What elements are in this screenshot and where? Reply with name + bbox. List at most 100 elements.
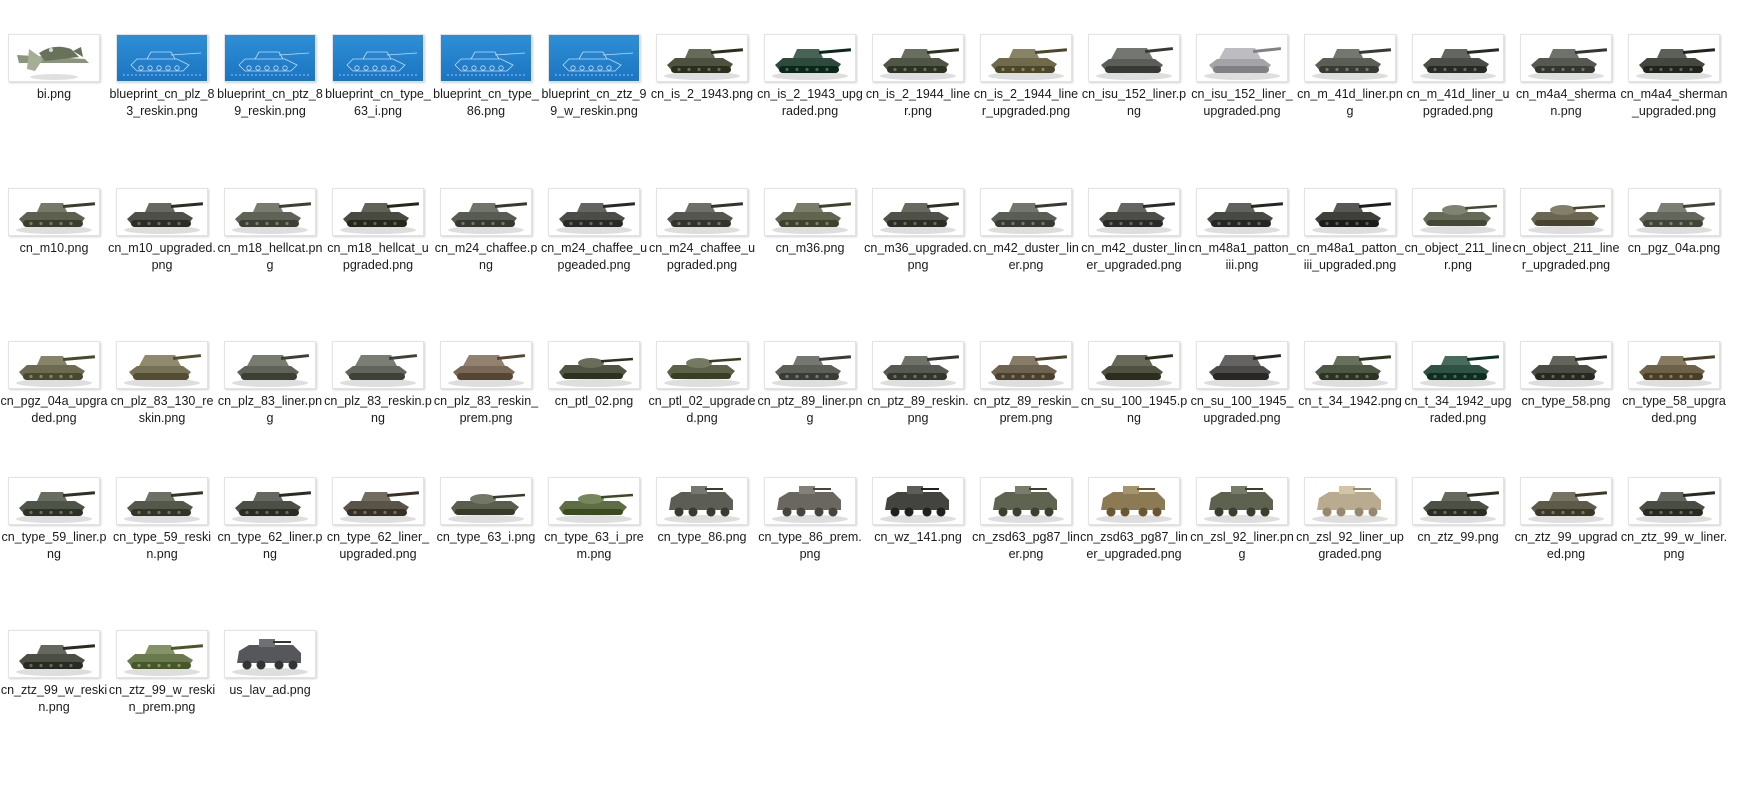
- file-item[interactable]: cn_m18_hellcat.png: [216, 188, 324, 328]
- file-item[interactable]: cn_ztz_99.png: [1404, 477, 1512, 617]
- image-thumbnail[interactable]: [1628, 477, 1720, 525]
- image-thumbnail[interactable]: [1196, 188, 1288, 236]
- file-item[interactable]: cn_m36_upgraded.png: [864, 188, 972, 328]
- file-item[interactable]: cn_m_41d_liner.png: [1296, 34, 1404, 174]
- file-item[interactable]: cn_m48a1_patton_iii.png: [1188, 188, 1296, 328]
- file-item[interactable]: cn_type_86_prem.png: [756, 477, 864, 617]
- file-item[interactable]: cn_ztz_99_w_liner.png: [1620, 477, 1728, 617]
- image-thumbnail[interactable]: [1412, 188, 1504, 236]
- image-thumbnail[interactable]: [116, 477, 208, 525]
- image-thumbnail[interactable]: [1412, 34, 1504, 82]
- file-item[interactable]: cn_type_58_upgraded.png: [1620, 341, 1728, 481]
- file-item[interactable]: cn_zsl_92_liner.png: [1188, 477, 1296, 617]
- file-item[interactable]: cn_m10.png: [0, 188, 108, 328]
- file-item[interactable]: cn_ztz_99_w_reskin_prem.png: [108, 630, 216, 770]
- image-thumbnail[interactable]: [980, 34, 1072, 82]
- file-item[interactable]: bi.png: [0, 34, 108, 174]
- file-item[interactable]: cn_type_86.png: [648, 477, 756, 617]
- file-item[interactable]: blueprint_cn_type_86.png: [432, 34, 540, 174]
- image-thumbnail[interactable]: [872, 341, 964, 389]
- image-thumbnail[interactable]: [1628, 188, 1720, 236]
- file-item[interactable]: cn_su_100_1945_upgraded.png: [1188, 341, 1296, 481]
- image-thumbnail[interactable]: [116, 630, 208, 678]
- blueprint-thumbnail[interactable]: [440, 34, 532, 82]
- file-item[interactable]: us_lav_ad.png: [216, 630, 324, 770]
- file-item[interactable]: cn_plz_83_130_reskin.png: [108, 341, 216, 481]
- image-thumbnail[interactable]: [440, 341, 532, 389]
- image-thumbnail[interactable]: [1628, 341, 1720, 389]
- file-item[interactable]: cn_m4a4_sherman.png: [1512, 34, 1620, 174]
- image-thumbnail[interactable]: [8, 34, 100, 82]
- image-thumbnail[interactable]: [1628, 34, 1720, 82]
- blueprint-thumbnail[interactable]: [224, 34, 316, 82]
- image-thumbnail[interactable]: [1304, 477, 1396, 525]
- image-thumbnail[interactable]: [1520, 188, 1612, 236]
- image-thumbnail[interactable]: [764, 477, 856, 525]
- file-item[interactable]: cn_ztz_99_upgraded.png: [1512, 477, 1620, 617]
- image-thumbnail[interactable]: [980, 188, 1072, 236]
- image-thumbnail[interactable]: [224, 630, 316, 678]
- image-thumbnail[interactable]: [116, 188, 208, 236]
- image-thumbnail[interactable]: [1196, 34, 1288, 82]
- image-thumbnail[interactable]: [872, 34, 964, 82]
- image-thumbnail[interactable]: [1088, 477, 1180, 525]
- image-thumbnail[interactable]: [224, 188, 316, 236]
- file-item[interactable]: cn_type_59_reskin.png: [108, 477, 216, 617]
- image-thumbnail[interactable]: [980, 477, 1072, 525]
- file-item[interactable]: cn_object_211_liner_upgraded.png: [1512, 188, 1620, 328]
- image-thumbnail[interactable]: [656, 188, 748, 236]
- file-item[interactable]: cn_su_100_1945.png: [1080, 341, 1188, 481]
- image-thumbnail[interactable]: [332, 341, 424, 389]
- image-thumbnail[interactable]: [764, 188, 856, 236]
- file-item[interactable]: cn_plz_83_reskin_prem.png: [432, 341, 540, 481]
- file-item[interactable]: cn_wz_141.png: [864, 477, 972, 617]
- file-item[interactable]: cn_is_2_1944_liner_upgraded.png: [972, 34, 1080, 174]
- file-item[interactable]: cn_object_211_liner.png: [1404, 188, 1512, 328]
- image-thumbnail[interactable]: [1304, 34, 1396, 82]
- file-item[interactable]: cn_m42_duster_liner_upgraded.png: [1080, 188, 1188, 328]
- file-item[interactable]: cn_type_62_liner.png: [216, 477, 324, 617]
- file-item[interactable]: cn_m10_upgraded.png: [108, 188, 216, 328]
- file-item[interactable]: cn_zsl_92_liner_upgraded.png: [1296, 477, 1404, 617]
- image-thumbnail[interactable]: [980, 341, 1072, 389]
- blueprint-thumbnail[interactable]: [332, 34, 424, 82]
- file-item[interactable]: cn_plz_83_liner.png: [216, 341, 324, 481]
- file-item[interactable]: cn_m_41d_liner_upgraded.png: [1404, 34, 1512, 174]
- file-item[interactable]: cn_type_62_liner_upgraded.png: [324, 477, 432, 617]
- file-item[interactable]: cn_isu_152_liner.png: [1080, 34, 1188, 174]
- image-thumbnail[interactable]: [8, 341, 100, 389]
- image-thumbnail[interactable]: [1196, 477, 1288, 525]
- file-item[interactable]: cn_type_63_i_prem.png: [540, 477, 648, 617]
- file-item[interactable]: cn_is_2_1943_upgraded.png: [756, 34, 864, 174]
- image-thumbnail[interactable]: [224, 477, 316, 525]
- image-thumbnail[interactable]: [1304, 188, 1396, 236]
- image-thumbnail[interactable]: [1088, 34, 1180, 82]
- image-thumbnail[interactable]: [1520, 341, 1612, 389]
- image-thumbnail[interactable]: [764, 34, 856, 82]
- file-item[interactable]: cn_m24_chaffee.png: [432, 188, 540, 328]
- image-thumbnail[interactable]: [1412, 341, 1504, 389]
- file-item[interactable]: cn_ptz_89_reskin_prem.png: [972, 341, 1080, 481]
- image-thumbnail[interactable]: [1520, 34, 1612, 82]
- image-thumbnail[interactable]: [656, 477, 748, 525]
- file-item[interactable]: cn_pgz_04a_upgraded.png: [0, 341, 108, 481]
- image-thumbnail[interactable]: [1304, 341, 1396, 389]
- file-item[interactable]: cn_m4a4_sherman_upgraded.png: [1620, 34, 1728, 174]
- file-item[interactable]: cn_ztz_99_w_reskin.png: [0, 630, 108, 770]
- image-thumbnail[interactable]: [332, 477, 424, 525]
- file-item[interactable]: cn_m18_hellcat_upgraded.png: [324, 188, 432, 328]
- file-item[interactable]: cn_t_34_1942_upgraded.png: [1404, 341, 1512, 481]
- image-thumbnail[interactable]: [332, 188, 424, 236]
- file-item[interactable]: blueprint_cn_plz_83_reskin.png: [108, 34, 216, 174]
- file-item[interactable]: cn_is_2_1944_liner.png: [864, 34, 972, 174]
- image-thumbnail[interactable]: [1520, 477, 1612, 525]
- image-thumbnail[interactable]: [548, 188, 640, 236]
- image-thumbnail[interactable]: [440, 477, 532, 525]
- file-item[interactable]: cn_ptl_02.png: [540, 341, 648, 481]
- image-thumbnail[interactable]: [872, 477, 964, 525]
- file-item[interactable]: cn_m24_chaffee_upgraded.png: [648, 188, 756, 328]
- image-thumbnail[interactable]: [656, 341, 748, 389]
- image-thumbnail[interactable]: [116, 341, 208, 389]
- file-item[interactable]: cn_ptz_89_reskin.png: [864, 341, 972, 481]
- file-item[interactable]: cn_zsd63_pg87_liner.png: [972, 477, 1080, 617]
